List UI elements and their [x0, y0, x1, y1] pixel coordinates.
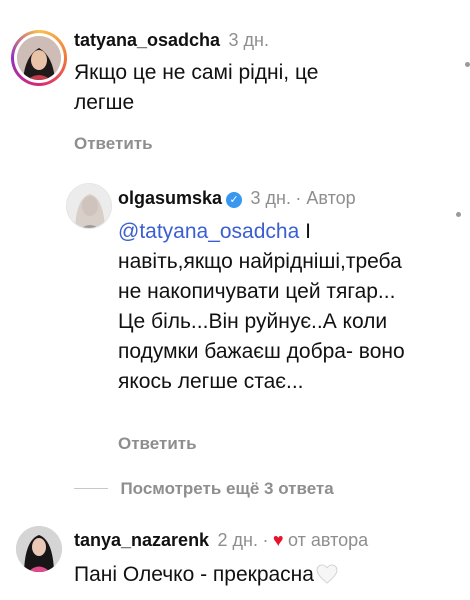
comment-tanya-nazarenk: tanya_nazarenk 2 дн. · ♥ от автора Пані …: [0, 0, 470, 600]
heart-icon: ♥: [272, 530, 284, 550]
white-heart-emoji-icon: [316, 564, 338, 584]
comment-text: Пані Олечко - прекрасна: [74, 560, 454, 590]
avatar[interactable]: [16, 526, 62, 572]
username[interactable]: tanya_nazarenk: [74, 530, 209, 550]
liked-by-author-label: от автора: [288, 530, 369, 550]
user-photo-icon: [16, 526, 62, 572]
separator: ·: [262, 530, 269, 550]
comment-body: Пані Олечко - прекрасна: [74, 563, 314, 586]
timestamp: 2 дн.: [217, 530, 258, 550]
